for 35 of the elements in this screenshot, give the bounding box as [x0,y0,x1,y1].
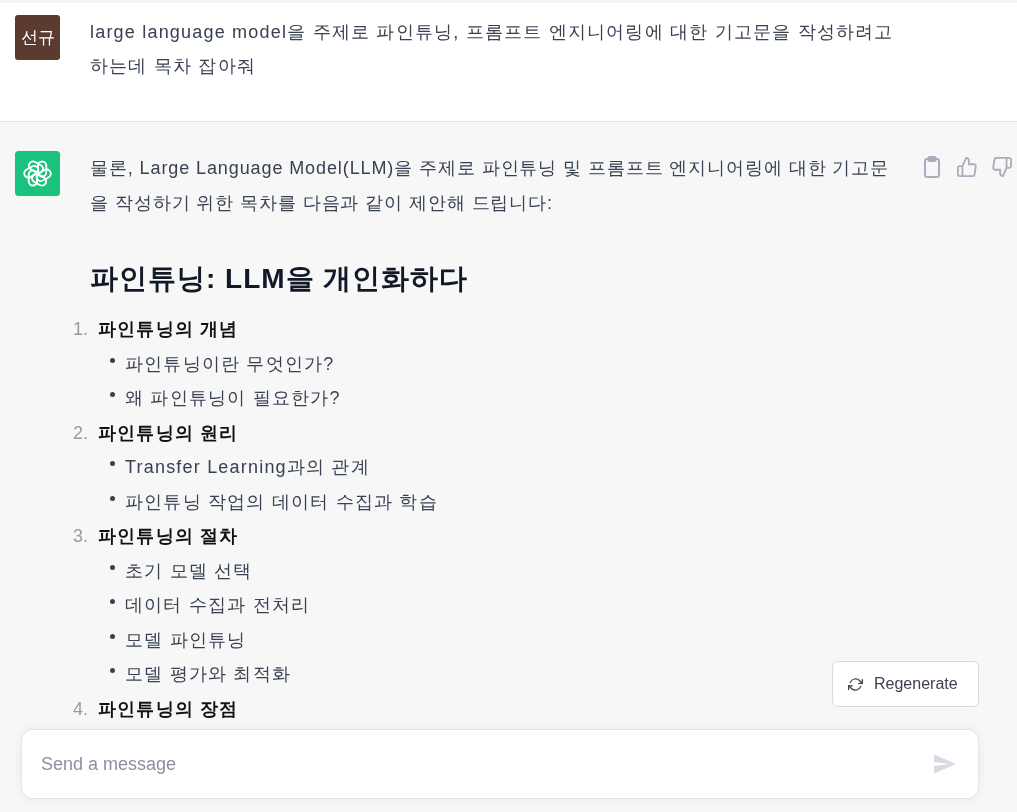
regenerate-button[interactable]: Regenerate [832,661,979,707]
user-message-text: large language model을 주제로 파인튜닝, 프롬프트 엔지니어링에 대한 기고문을 작성하려고 하는데 목차 잡아줘 [90,21,895,78]
assistant-avatar-icon [15,151,60,196]
bullet-icon [110,599,115,604]
list-number: 4. [72,697,88,721]
outline-heading: 파인튜닝의 절차 [98,525,239,548]
list-number: 2. [72,421,88,445]
outline-item: 모델 파인튜닝 [125,628,247,652]
outline-item: Transfer Learning과의 관계 [125,456,370,479]
bullet-icon [110,392,115,397]
outline-item: 파인튜닝 작업의 데이터 수집과 학습 [125,490,438,514]
outline-heading: 파인튜닝의 장점 [98,697,239,721]
list-number: 1. [72,318,88,341]
bullet-icon [110,495,115,501]
bullet-icon [110,633,115,639]
outline-heading: 파인튜닝의 개념 [98,318,239,341]
refresh-icon [848,676,863,692]
bullet-icon [110,461,115,466]
outline-item: 초기 모델 선택 [125,559,253,583]
thumbs-down-icon[interactable] [992,156,1012,178]
outline-item: 왜 파인튜닝이 필요한가? [125,387,341,410]
list-number: 3. [72,525,88,548]
clipboard-icon[interactable] [922,156,942,178]
bullet-icon [110,564,115,570]
outline-item: 모델 평가와 최적화 [125,663,291,686]
section-heading: 파인튜닝: LLM을 개인화하다 [90,262,470,296]
thumbs-up-icon[interactable] [957,156,977,178]
outline-item: 파인튜닝이란 무엇인가? [125,352,335,376]
bullet-icon [110,668,115,673]
outline-heading: 파인튜닝의 원리 [98,421,239,445]
user-avatar: 선규 [15,15,60,60]
message-input[interactable]: Send a message [21,729,979,799]
bullet-icon [110,357,115,363]
assistant-message-text: 물론, Large Language Model(LLM)을 주제로 파인튜닝 및 프롬프트 엔지니어링에 대한 기고문을 작성하기 위한 목차를 다음과 같이 제안해 드립니다: [90,157,891,215]
outline-item: 데이터 수집과 전처리 [125,594,311,617]
